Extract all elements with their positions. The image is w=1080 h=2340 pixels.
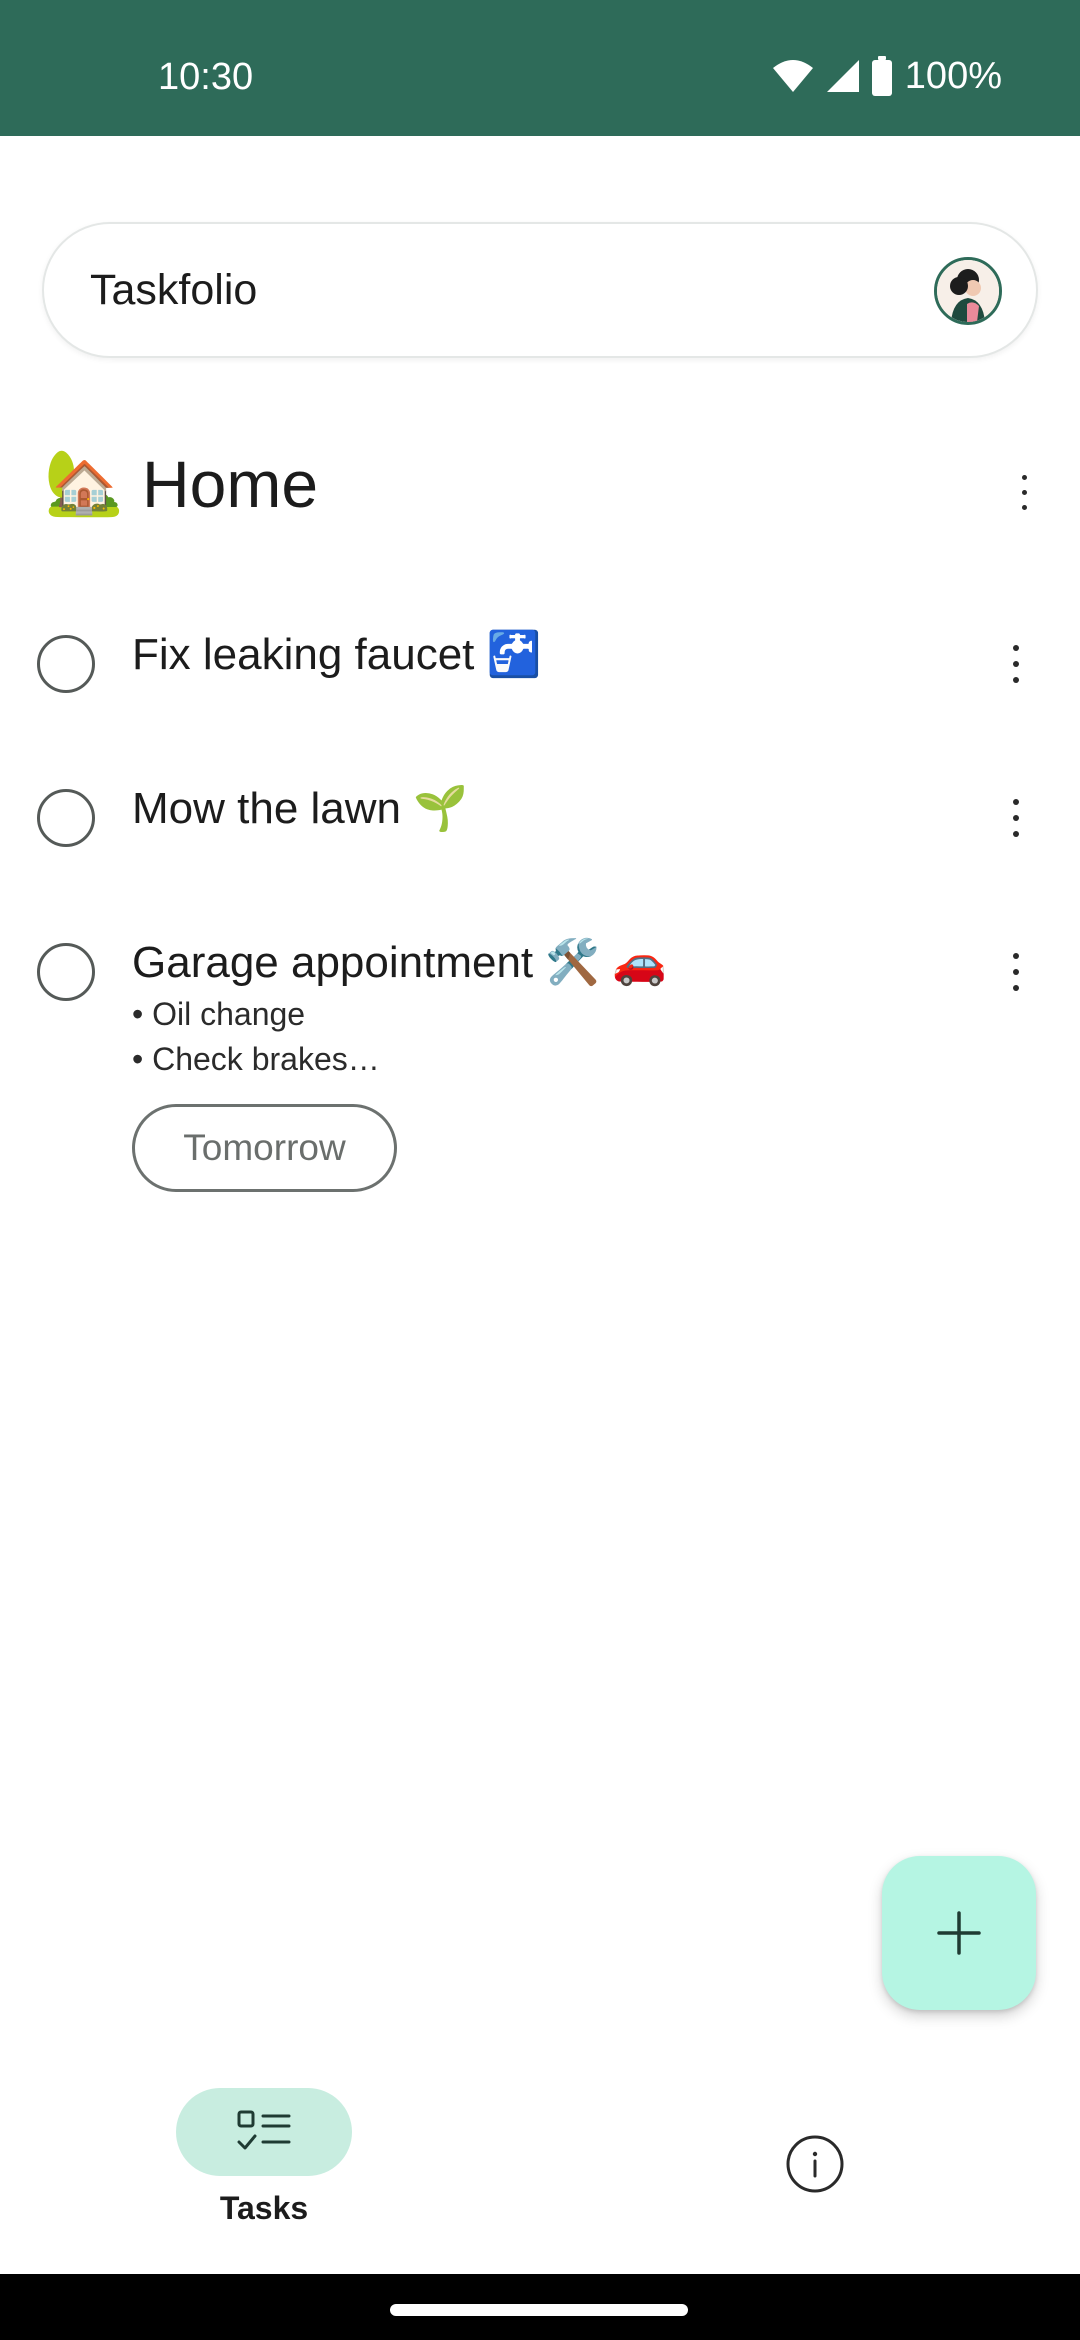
battery-percent: 100% bbox=[904, 54, 1002, 97]
nav-info-button[interactable] bbox=[785, 2134, 845, 2199]
more-vert-icon bbox=[1013, 645, 1019, 651]
list-header: 🏡 Home bbox=[44, 440, 1044, 530]
due-date-chip[interactable]: Tomorrow bbox=[132, 1104, 397, 1192]
status-bar: 10:30 100% bbox=[0, 0, 1080, 136]
bottom-navigation: Tasks bbox=[0, 2040, 1080, 2274]
more-vert-icon bbox=[1021, 474, 1027, 480]
more-vert-icon bbox=[1013, 953, 1019, 959]
list-more-options-button[interactable] bbox=[1004, 460, 1044, 524]
cell-signal-icon bbox=[826, 60, 859, 92]
task-checkbox[interactable] bbox=[37, 943, 95, 1001]
task-checkbox[interactable] bbox=[37, 635, 95, 693]
task-notes: • Oil change • Check brakes… bbox=[132, 992, 380, 1082]
wifi-icon bbox=[772, 60, 813, 92]
system-navigation-bar bbox=[0, 2274, 1080, 2340]
status-time: 10:30 bbox=[158, 56, 254, 98]
home-gesture-handle[interactable] bbox=[390, 2304, 688, 2316]
plus-icon bbox=[937, 1911, 981, 1955]
add-task-button[interactable] bbox=[882, 1856, 1036, 2010]
nav-tasks-button[interactable] bbox=[176, 2088, 352, 2176]
task-checkbox[interactable] bbox=[37, 789, 95, 847]
task-more-options-button[interactable] bbox=[996, 632, 1036, 696]
task-more-options-button[interactable] bbox=[996, 786, 1036, 850]
task-item[interactable]: Mow the lawn 🌱 bbox=[0, 774, 1080, 874]
task-item[interactable]: Garage appointment 🛠️ 🚗 • Oil change • C… bbox=[0, 928, 1080, 1198]
nav-tasks-label: Tasks bbox=[219, 2190, 309, 2226]
task-more-options-button[interactable] bbox=[996, 940, 1036, 1004]
task-title: Garage appointment 🛠️ 🚗 bbox=[132, 938, 668, 987]
checklist-icon bbox=[237, 2110, 291, 2150]
app-title: Taskfolio bbox=[90, 266, 258, 314]
task-item[interactable]: Fix leaking faucet 🚰 bbox=[0, 620, 1080, 720]
home-emoji-icon: 🏡 bbox=[44, 446, 124, 518]
more-vert-icon bbox=[1013, 799, 1019, 805]
task-title: Fix leaking faucet 🚰 bbox=[132, 630, 542, 679]
task-title: Mow the lawn 🌱 bbox=[132, 784, 469, 833]
search-bar[interactable]: Taskfolio bbox=[42, 222, 1038, 358]
task-note-line: • Check brakes… bbox=[132, 1041, 380, 1077]
battery-icon bbox=[871, 56, 892, 96]
list-title: Home bbox=[142, 447, 319, 521]
info-icon bbox=[786, 2135, 844, 2193]
avatar[interactable] bbox=[934, 257, 1002, 325]
avatar-image bbox=[937, 260, 999, 322]
task-note-line: • Oil change bbox=[132, 996, 306, 1032]
status-icons: 100% bbox=[771, 54, 1002, 98]
